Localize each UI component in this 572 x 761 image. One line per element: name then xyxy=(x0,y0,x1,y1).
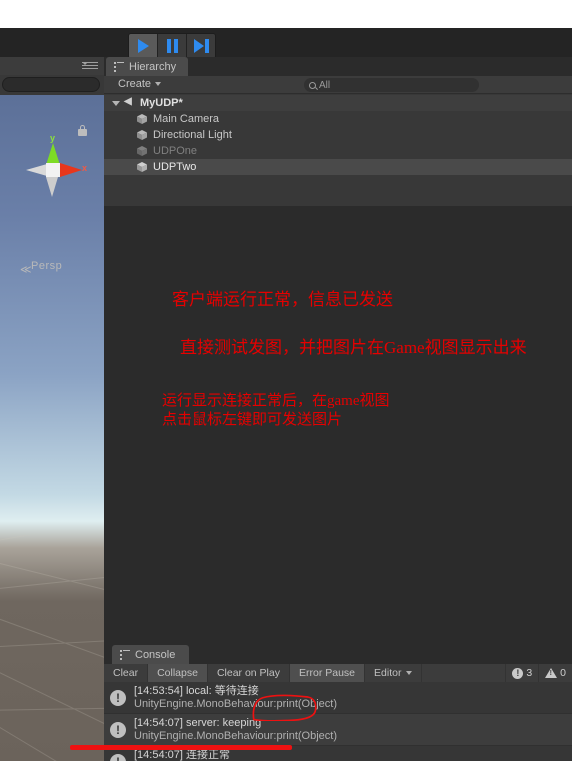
log-info-icon: ! xyxy=(110,689,126,706)
clear-on-play-button[interactable]: Clear on Play xyxy=(208,664,290,682)
search-icon xyxy=(309,81,316,89)
console-panel: Console Clear Collapse Clear on Play Err… xyxy=(104,645,572,761)
gizmo-negative-x-cone xyxy=(26,164,47,176)
foldout-triangle-icon[interactable] xyxy=(112,100,120,106)
hierarchy-icon xyxy=(114,62,124,72)
gameobject-cube-icon xyxy=(136,145,148,157)
chevron-down-icon xyxy=(406,671,413,675)
console-message-text: [14:54:07] server: keeping xyxy=(134,716,262,729)
hierarchy-list: MyUDP* Main Camera Directional Light xyxy=(104,95,572,175)
console-message-stack: UnityEngine.MonoBehaviour:print(Object) xyxy=(134,697,337,710)
error-pause-button[interactable]: Error Pause xyxy=(289,664,366,682)
persp-arrow-icon: ≪ xyxy=(20,264,32,276)
gameobject-cube-icon xyxy=(136,113,148,125)
console-icon xyxy=(120,650,130,660)
console-toolbar: Clear Collapse Clear on Play Error Pause… xyxy=(104,664,572,682)
play-button[interactable] xyxy=(129,34,158,58)
hierarchy-item-label: Directional Light xyxy=(153,129,232,141)
editor-dropdown-label: Editor xyxy=(374,667,402,679)
hierarchy-item-directional-light[interactable]: Directional Light xyxy=(104,127,572,143)
gizmo-center-cube xyxy=(46,163,60,177)
console-row[interactable]: ! [14:54:07] server: keeping UnityEngine… xyxy=(104,714,572,746)
clear-button[interactable]: Clear xyxy=(104,664,149,682)
gizmo-negative-y-cone xyxy=(46,177,58,197)
console-message-list[interactable]: ! [14:53:54] local: 等待连接 UnityEngine.Mon… xyxy=(104,682,572,761)
log-info-icon: ! xyxy=(110,753,126,761)
projection-mode-label[interactable]: Persp xyxy=(31,260,62,272)
tab-hierarchy-label: Hierarchy xyxy=(129,60,177,73)
hierarchy-item-label: UDPTwo xyxy=(153,161,197,173)
lock-icon[interactable] xyxy=(78,125,87,136)
step-icon xyxy=(193,39,209,53)
hierarchy-item-label: Main Camera xyxy=(153,113,220,125)
annotation-note-2: 直接测试发图，并把图片在Game视图显示出来 xyxy=(180,338,527,357)
chevron-down-icon xyxy=(155,82,162,86)
hierarchy-toolbar: Create All xyxy=(104,76,572,94)
game-view-area[interactable]: 客户端运行正常，信息已发送 直接测试发图，并把图片在Game视图显示出来 运行显… xyxy=(104,206,572,645)
error-icon: ! xyxy=(512,667,524,679)
gizmo-y-label: y xyxy=(50,133,56,143)
console-row[interactable]: ! [14:54:07] 连接正常 UnityEngine.MonoBehavi… xyxy=(104,746,572,761)
gameobject-cube-icon xyxy=(136,161,148,173)
tab-hierarchy[interactable]: Hierarchy xyxy=(106,57,189,76)
tab-console[interactable]: Console xyxy=(112,645,190,664)
annotation-note-4: 点击鼠标左键即可发送图片 xyxy=(162,412,343,428)
annotation-note-1: 客户端运行正常，信息已发送 xyxy=(172,290,393,309)
hierarchy-item-label: UDPOne xyxy=(153,145,198,157)
playback-controls xyxy=(128,33,216,59)
unity-editor-window: y x ≪ Persp Hierarchy Create All ◀ MyUDP… xyxy=(0,0,572,761)
warning-count-label: 0 xyxy=(560,667,566,679)
tab-console-label: Console xyxy=(135,648,176,661)
scene-ground-grid xyxy=(0,534,104,761)
console-row[interactable]: ! [14:53:54] local: 等待连接 UnityEngine.Mon… xyxy=(104,682,572,714)
error-counter[interactable]: ! 3 xyxy=(505,664,538,682)
hamburger-menu-icon[interactable] xyxy=(82,62,98,71)
hierarchy-item-myudp[interactable]: MyUDP* xyxy=(104,95,572,111)
console-message-text: [14:53:54] local: 等待连接 xyxy=(134,684,259,697)
warning-counter[interactable]: 0 xyxy=(538,664,572,682)
collapse-button[interactable]: Collapse xyxy=(148,664,208,682)
pause-icon xyxy=(166,39,178,53)
warning-icon xyxy=(545,668,558,678)
create-button-label: Create xyxy=(118,78,152,90)
hierarchy-search-value: All xyxy=(319,79,331,91)
scene-search-input[interactable] xyxy=(2,77,100,92)
play-icon xyxy=(137,39,149,53)
step-button[interactable] xyxy=(187,34,215,58)
create-button[interactable]: Create xyxy=(118,78,162,90)
unity-scene-icon xyxy=(124,96,135,109)
hierarchy-item-main-camera[interactable]: Main Camera xyxy=(104,111,572,127)
scene-view-panel: y x ≪ Persp xyxy=(0,57,104,761)
hierarchy-item-label: MyUDP* xyxy=(140,97,183,109)
log-info-icon: ! xyxy=(110,721,126,738)
error-count-label: 3 xyxy=(526,667,533,679)
gizmo-x-axis-cone xyxy=(60,163,82,177)
gameobject-cube-icon xyxy=(136,129,148,141)
gizmo-y-axis-cone xyxy=(46,143,60,165)
hierarchy-item-udpone[interactable]: UDPOne xyxy=(104,143,572,159)
scene-tab-bar xyxy=(0,57,104,75)
hierarchy-item-udptwo[interactable]: UDPTwo xyxy=(104,159,572,175)
unity-main-area: y x ≪ Persp Hierarchy Create All ◀ MyUDP… xyxy=(0,28,572,761)
page-background-strip xyxy=(0,0,572,28)
scene-viewport[interactable]: y x ≪ Persp xyxy=(0,95,104,761)
editor-dropdown[interactable]: Editor xyxy=(365,664,423,682)
console-tab-strip: Console xyxy=(104,645,572,664)
annotation-note-3: 运行显示连接正常后，在game视图 xyxy=(162,393,390,409)
hierarchy-tab-strip: Hierarchy xyxy=(104,57,572,76)
scene-orientation-gizmo[interactable]: y x xyxy=(18,133,88,205)
console-message-text: [14:54:07] 连接正常 xyxy=(134,748,230,761)
pause-button[interactable] xyxy=(158,34,187,58)
hierarchy-search-input[interactable]: All xyxy=(304,78,479,92)
gizmo-x-label: x xyxy=(82,163,88,173)
console-message-stack: UnityEngine.MonoBehaviour:print(Object) xyxy=(134,729,337,742)
